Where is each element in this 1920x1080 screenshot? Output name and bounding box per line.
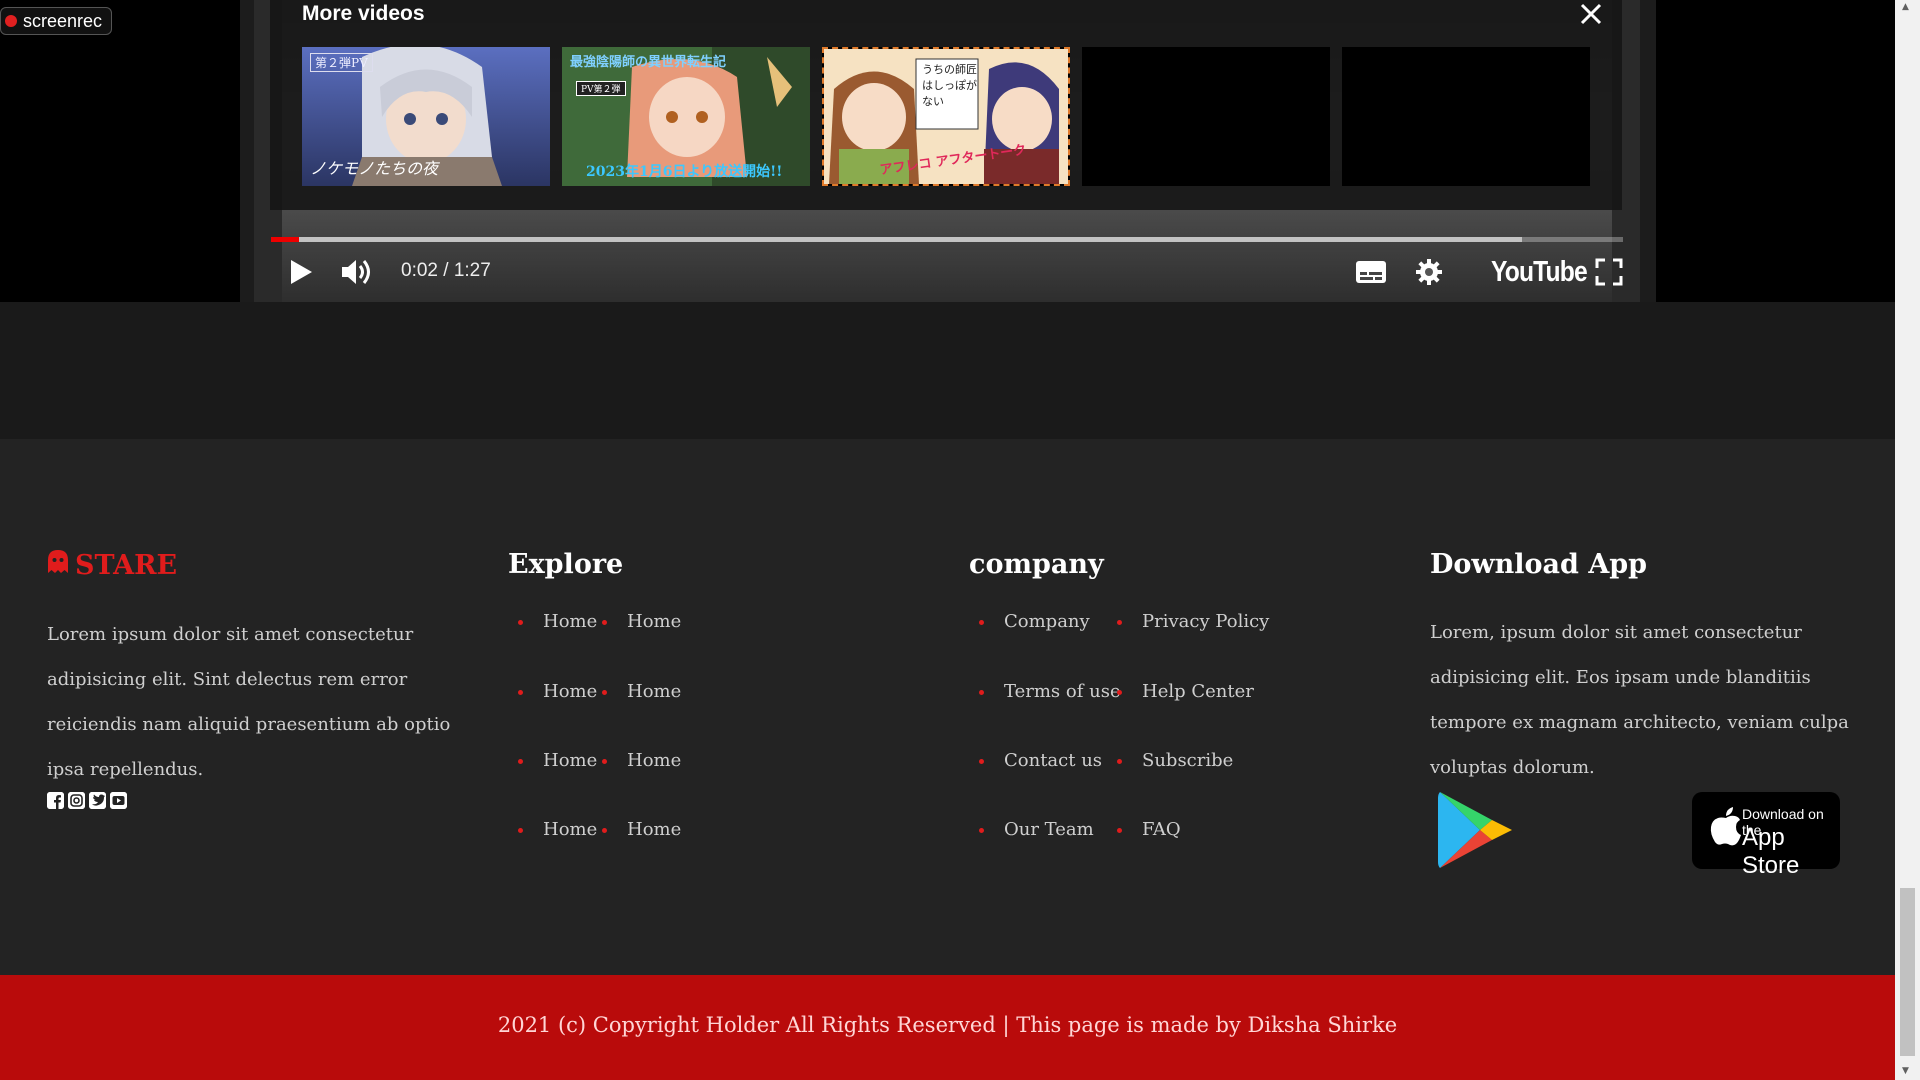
help-center-link[interactable]: Help Center <box>1117 681 1254 702</box>
thumbnail-tag: 第２弾PV <box>310 53 373 72</box>
video-thumbnail-4[interactable] <box>1082 47 1330 186</box>
scroll-down-icon[interactable]: ▼ <box>1902 1066 1909 1076</box>
close-icon[interactable] <box>1580 0 1602 28</box>
thumbnail-heading: うちの師匠はしっぽがない <box>922 63 977 108</box>
youtube-logo[interactable]: YouTube <box>1491 256 1588 289</box>
our-team-link[interactable]: Our Team <box>979 819 1094 840</box>
explore-link[interactable]: Home <box>518 681 597 702</box>
apple-icon <box>1710 806 1742 850</box>
player-controls: 0:02 / 1:27 YouTube <box>271 248 1623 296</box>
google-play-icon[interactable] <box>1436 790 1516 870</box>
time-display: 0:02 / 1:27 <box>401 260 491 281</box>
subscribe-link[interactable]: Subscribe <box>1117 750 1233 771</box>
privacy-policy-link[interactable]: Privacy Policy <box>1117 611 1269 632</box>
footer-brand[interactable]: STARE <box>47 549 457 582</box>
explore-link[interactable]: Home <box>602 819 681 840</box>
terms-of-use-link[interactable]: Terms of use <box>979 681 1121 702</box>
explore-link[interactable]: Home <box>602 750 681 771</box>
progress-bar[interactable] <box>271 237 1623 242</box>
video-frame-left <box>240 0 254 302</box>
footer-brand-column: STARE Lorem ipsum dolor sit amet consect… <box>47 549 457 792</box>
thumbnail-caption: 2023年1月6日より放送開始!! <box>586 164 783 180</box>
section-spacer <box>0 302 1895 439</box>
video-frame-right <box>1640 0 1656 302</box>
instagram-icon[interactable] <box>68 792 85 809</box>
copyright-text: 2021 (c) Copyright Holder All Rights Res… <box>497 1013 1398 1037</box>
footer-company-column: company Company Privacy Policy Terms of … <box>969 549 1369 840</box>
video-section: More videos 第２弾PV ノケモノたちの夜 最強陰陽師の異世界転生記 … <box>0 0 1895 302</box>
social-links <box>47 792 127 809</box>
scrollbar-thumb[interactable] <box>1900 888 1915 1056</box>
facebook-icon[interactable] <box>47 792 64 809</box>
twitter-icon[interactable] <box>89 792 106 809</box>
settings-icon[interactable] <box>1409 248 1449 296</box>
page-scrollbar[interactable]: ▲ ▼ <box>1895 0 1920 1080</box>
progress-buffered <box>271 237 1522 242</box>
video-thumbnail-3[interactable]: うちの師匠はしっぽがない アフレコ アフタートーク <box>822 47 1070 186</box>
fullscreen-icon[interactable] <box>1589 248 1629 296</box>
subtitles-icon[interactable] <box>1351 248 1391 296</box>
thumbnail-tag: PV第２弾 <box>576 81 626 96</box>
footer-explore-column: Explore Home Home Home Home Home Home Ho… <box>508 549 908 840</box>
explore-link[interactable]: Home <box>518 611 597 632</box>
youtube-icon[interactable] <box>110 792 127 809</box>
brand-name: STARE <box>75 550 178 581</box>
youtube-player[interactable]: More videos 第２弾PV ノケモノたちの夜 最強陰陽師の異世界転生記 … <box>254 0 1640 302</box>
scroll-up-icon[interactable]: ▲ <box>1902 2 1909 12</box>
app-store-button[interactable]: Download on the App Store <box>1692 792 1840 879</box>
thumbnail-heading: 最強陰陽師の異世界転生記 <box>570 55 727 70</box>
progress-played <box>271 237 300 242</box>
explore-link[interactable]: Home <box>602 611 681 632</box>
video-thumbnail-1[interactable]: 第２弾PV ノケモノたちの夜 <box>302 47 550 186</box>
explore-link[interactable]: Home <box>602 681 681 702</box>
brand-description: Lorem ipsum dolor sit amet consectetur a… <box>47 624 451 780</box>
screenrec-badge[interactable]: screenrec <box>0 7 113 35</box>
ghost-icon <box>47 549 69 582</box>
copyright-bar: 2021 (c) Copyright Holder All Rights Res… <box>0 975 1895 1080</box>
play-icon[interactable] <box>281 248 321 296</box>
video-thumbnail-2[interactable]: 最強陰陽師の異世界転生記 PV第２弾 2023年1月6日より放送開始!! <box>562 47 810 186</box>
company-heading: company <box>969 549 1104 580</box>
more-videos-panel: More videos 第２弾PV ノケモノたちの夜 最強陰陽師の異世界転生記 … <box>270 0 1622 210</box>
contact-us-link[interactable]: Contact us <box>979 750 1102 771</box>
download-description: Lorem, ipsum dolor sit amet consectetur … <box>1430 622 1849 778</box>
app-store-big-text: App Store <box>1742 824 1800 879</box>
volume-icon[interactable] <box>335 248 379 296</box>
download-heading: Download App <box>1430 549 1648 580</box>
explore-link[interactable]: Home <box>518 819 597 840</box>
faq-link[interactable]: FAQ <box>1117 819 1181 840</box>
explore-heading: Explore <box>508 549 624 580</box>
screenrec-label: screenrec <box>23 10 103 31</box>
footer: STARE Lorem ipsum dolor sit amet consect… <box>0 439 1895 975</box>
page: More videos 第２弾PV ノケモノたちの夜 最強陰陽師の異世界転生記 … <box>0 0 1895 1080</box>
explore-link[interactable]: Home <box>518 750 597 771</box>
video-thumbnail-5[interactable] <box>1342 47 1590 186</box>
record-icon <box>5 15 17 27</box>
footer-download-column: Download App Lorem, ipsum dolor sit amet… <box>1430 549 1850 790</box>
more-videos-title: More videos <box>302 2 425 25</box>
thumbnail-caption: ノケモノたちの夜 <box>310 159 439 178</box>
company-link[interactable]: Company <box>979 611 1090 632</box>
